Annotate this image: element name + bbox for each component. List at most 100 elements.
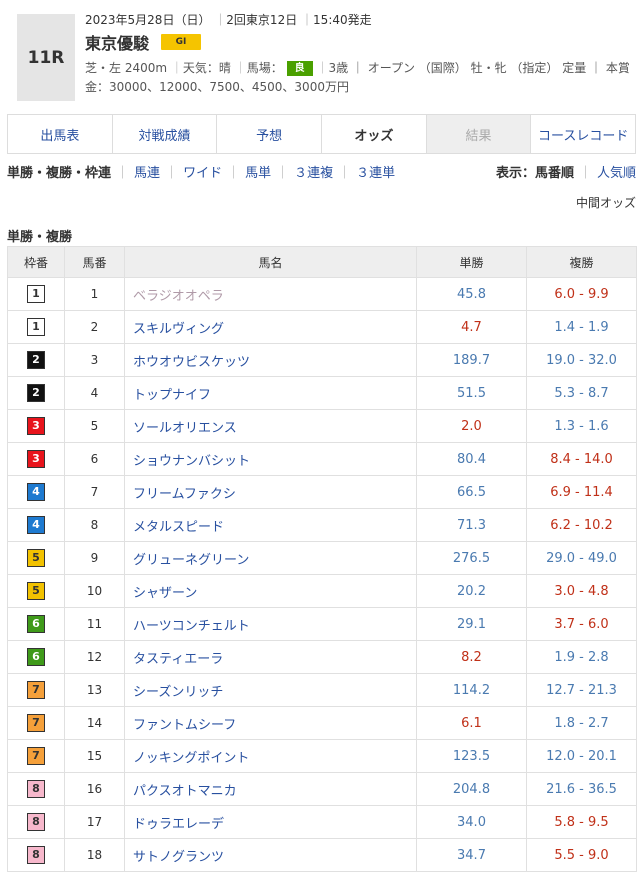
- place-odds: 6.0 - 9.9: [526, 277, 637, 311]
- uma-number: 16: [64, 772, 125, 806]
- table-row: 3 6 ショウナンバシット 80.4 8.4 - 14.0: [7, 442, 637, 476]
- race-info: 2023年5月28日（日） ｜2回東京12日 ｜15:40発走 東京優駿 GI …: [85, 10, 630, 96]
- uma-number: 13: [64, 673, 125, 707]
- place-odds: 5.8 - 9.5: [526, 805, 637, 839]
- horse-name-link[interactable]: ノッキングポイント: [124, 739, 417, 773]
- mid-odds-label: 中間オッズ: [575, 196, 636, 210]
- table-row: 5 10 シャザーン 20.2 3.0 - 4.8: [7, 574, 637, 608]
- horse-name-link[interactable]: サトノグランツ: [124, 838, 417, 872]
- place-odds: 5.3 - 8.7: [526, 376, 637, 410]
- horse-name-link[interactable]: パクスオトマニカ: [124, 772, 417, 806]
- waku-cell: 1: [7, 310, 65, 344]
- waku-cell: 5: [7, 574, 65, 608]
- waku-badge: 2: [27, 384, 45, 402]
- table-row: 8 17 ドゥラエレーデ 34.0 5.8 - 9.5: [7, 805, 637, 839]
- win-odds: 189.7: [416, 343, 527, 377]
- odds-nav-trio[interactable]: ３連複: [294, 166, 333, 181]
- table-row: 6 11 ハーツコンチェルト 29.1 3.7 - 6.0: [7, 607, 637, 641]
- horse-name-link[interactable]: ファントムシーフ: [124, 706, 417, 740]
- tab-course-record[interactable]: コースレコード: [531, 115, 635, 153]
- horse-name-link[interactable]: ベラジオオペラ: [124, 277, 417, 311]
- win-odds: 20.2: [416, 574, 527, 608]
- table-row: 7 14 ファントムシーフ 6.1 1.8 - 2.7: [7, 706, 637, 740]
- race-date: 2023年5月28日（日）: [85, 13, 211, 27]
- win-odds: 6.1: [416, 706, 527, 740]
- horse-name-link[interactable]: グリューネグリーン: [124, 541, 417, 575]
- waku-badge: 1: [27, 318, 45, 336]
- race-header: 11R 2023年5月28日（日） ｜2回東京12日 ｜15:40発走 東京優駿…: [17, 10, 630, 105]
- waku-cell: 2: [7, 343, 65, 377]
- odds-nav-exacta[interactable]: 馬単: [245, 166, 271, 181]
- waku-badge: 6: [27, 648, 45, 666]
- display-label: 表示：: [495, 166, 535, 181]
- col-header-win: 単勝: [416, 246, 527, 278]
- place-odds: 29.0 - 49.0: [526, 541, 637, 575]
- waku-badge: 7: [27, 747, 45, 765]
- waku-badge: 5: [27, 582, 45, 600]
- win-odds: 45.8: [416, 277, 527, 311]
- waku-cell: 7: [7, 673, 65, 707]
- waku-badge: 8: [27, 846, 45, 864]
- table-row: 8 18 サトノグランツ 34.7 5.5 - 9.0: [7, 838, 637, 872]
- place-odds: 1.8 - 2.7: [526, 706, 637, 740]
- horse-name-link[interactable]: シーズンリッチ: [124, 673, 417, 707]
- course-info: 芝・左 2400m: [85, 61, 168, 75]
- odds-nav-win-place-bracket[interactable]: 単勝・複勝・枠連: [7, 166, 111, 181]
- place-odds: 1.3 - 1.6: [526, 409, 637, 443]
- horse-name-link[interactable]: ホウオウビスケッツ: [124, 343, 417, 377]
- waku-badge: 7: [27, 681, 45, 699]
- tab-entries[interactable]: 出馬表: [8, 115, 113, 153]
- odds-nav-trifecta[interactable]: ３連単: [356, 166, 395, 181]
- win-odds: 204.8: [416, 772, 527, 806]
- odds-nav-quinella[interactable]: 馬連: [134, 166, 160, 181]
- race-start-time: 15:40発走: [313, 13, 372, 27]
- horse-name-link[interactable]: ショウナンバシット: [124, 442, 417, 476]
- grade-badge: GI: [161, 34, 202, 50]
- win-odds: 123.5: [416, 739, 527, 773]
- race-meta: 2023年5月28日（日） ｜2回東京12日 ｜15:40発走: [85, 13, 372, 27]
- horse-name-link[interactable]: シャザーン: [124, 574, 417, 608]
- prize-money: 金：30000、12000、7500、4500、3000万円: [85, 80, 349, 94]
- table-row: 4 7 フリームファクシ 66.5 6.9 - 11.4: [7, 475, 637, 509]
- table-row: 1 1 ベラジオオペラ 45.8 6.0 - 9.9: [7, 277, 637, 311]
- table-row: 2 4 トップナイフ 51.5 5.3 - 8.7: [7, 376, 637, 410]
- win-odds: 71.3: [416, 508, 527, 542]
- horse-name-link[interactable]: フリームファクシ: [124, 475, 417, 509]
- sort-by-number[interactable]: 馬番順: [535, 166, 574, 181]
- tab-odds[interactable]: オッズ: [322, 115, 427, 153]
- waku-badge: 7: [27, 714, 45, 732]
- waku-cell: 4: [7, 475, 65, 509]
- waku-badge: 1: [27, 285, 45, 303]
- horse-name-link[interactable]: メタルスピード: [124, 508, 417, 542]
- sort-by-popularity[interactable]: 人気順: [597, 166, 636, 181]
- horse-name-link[interactable]: スキルヴィング: [124, 310, 417, 344]
- tab-head-to-head[interactable]: 対戦成績: [113, 115, 218, 153]
- waku-cell: 7: [7, 706, 65, 740]
- conditions-text: 3歳 ｜ オープン （国際） 牡・牝 （指定） 定量 ｜ 本賞: [328, 61, 630, 75]
- uma-number: 14: [64, 706, 125, 740]
- place-odds: 6.9 - 11.4: [526, 475, 637, 509]
- race-conditions: 芝・左 2400m ｜天気：晴 ｜馬場： 良 ｜3歳 ｜ オープン （国際） 牡…: [85, 61, 630, 76]
- horse-name-link[interactable]: トップナイフ: [124, 376, 417, 410]
- table-row: 4 8 メタルスピード 71.3 6.2 - 10.2: [7, 508, 637, 542]
- waku-cell: 1: [7, 277, 65, 311]
- waku-badge: 2: [27, 351, 45, 369]
- win-odds: 114.2: [416, 673, 527, 707]
- table-header-row: 枠番 馬番 馬名 単勝 複勝: [7, 246, 637, 278]
- waku-badge: 6: [27, 615, 45, 633]
- odds-nav-wide[interactable]: ワイド: [183, 166, 222, 181]
- waku-cell: 6: [7, 607, 65, 641]
- uma-number: 9: [64, 541, 125, 575]
- win-odds: 276.5: [416, 541, 527, 575]
- waku-cell: 6: [7, 640, 65, 674]
- horse-name-link[interactable]: タスティエーラ: [124, 640, 417, 674]
- table-row: 2 3 ホウオウビスケッツ 189.7 19.0 - 32.0: [7, 343, 637, 377]
- horse-name-link[interactable]: ソールオリエンス: [124, 409, 417, 443]
- horse-name-link[interactable]: ハーツコンチェルト: [124, 607, 417, 641]
- horse-name-link[interactable]: ドゥラエレーデ: [124, 805, 417, 839]
- uma-number: 17: [64, 805, 125, 839]
- uma-number: 15: [64, 739, 125, 773]
- title-row: 東京優駿 GI: [85, 30, 630, 54]
- tab-prediction[interactable]: 予想: [217, 115, 323, 153]
- waku-cell: 8: [7, 838, 65, 872]
